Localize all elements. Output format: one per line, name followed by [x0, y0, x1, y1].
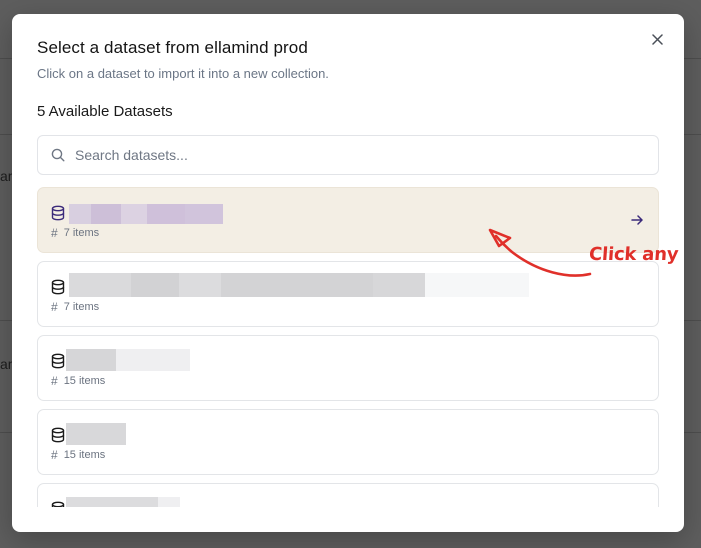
dataset-meta: # 7 items — [51, 226, 99, 240]
bg-divider — [0, 320, 12, 321]
search-input[interactable] — [75, 147, 658, 163]
dataset-item[interactable]: # 15 items — [37, 335, 659, 401]
bg-text-fragment: am — [0, 356, 12, 372]
arrow-right-icon — [631, 215, 643, 225]
dialog-title: Select a dataset from ellamind prod — [37, 38, 308, 57]
dataset-item[interactable]: # 7 items — [37, 261, 659, 327]
item-count: 7 items — [63, 227, 100, 239]
dataset-meta: # 15 items — [51, 448, 105, 462]
database-icon — [51, 205, 65, 221]
database-icon — [51, 353, 65, 369]
hash-icon: # — [51, 300, 58, 314]
bg-divider — [684, 320, 701, 321]
search-box — [37, 135, 659, 175]
hash-icon: # — [51, 226, 58, 240]
dataset-item[interactable] — [37, 483, 659, 507]
bg-divider — [684, 58, 701, 59]
database-icon — [51, 427, 65, 443]
dataset-name-redacted — [66, 423, 126, 445]
datasets-count-heading: 5 Available Datasets — [37, 103, 173, 120]
item-count: 7 items — [63, 301, 100, 313]
database-icon — [51, 501, 65, 507]
dialog-subtitle: Click on a dataset to import it into a n… — [37, 66, 329, 81]
select-dataset-dialog: Select a dataset from ellamind prod Clic… — [12, 14, 684, 532]
annotation-text: Click any — [588, 244, 680, 265]
dataset-name-redacted — [69, 273, 529, 297]
dataset-name-redacted — [66, 497, 180, 507]
database-icon — [51, 279, 65, 295]
dataset-name-redacted — [69, 204, 223, 224]
bg-text-fragment: am — [0, 168, 12, 184]
bg-divider — [684, 432, 701, 433]
close-icon — [651, 33, 663, 45]
bg-divider — [0, 432, 12, 433]
dataset-meta: # 15 items — [51, 374, 105, 388]
dataset-meta: # 7 items — [51, 300, 99, 314]
item-count: 15 items — [63, 449, 106, 461]
hash-icon: # — [51, 374, 58, 388]
item-count: 15 items — [63, 375, 106, 387]
hash-icon: # — [51, 448, 58, 462]
dataset-name-redacted — [66, 349, 190, 371]
close-button[interactable] — [648, 30, 666, 48]
dataset-item[interactable]: # 15 items — [37, 409, 659, 475]
search-icon — [51, 148, 65, 162]
bg-divider — [684, 134, 701, 135]
bg-divider — [0, 58, 12, 59]
dataset-item[interactable]: # 7 items — [37, 187, 659, 253]
bg-divider — [0, 134, 12, 135]
dataset-list: # 7 items # 7 items # 15 items # 15 item… — [37, 187, 659, 507]
